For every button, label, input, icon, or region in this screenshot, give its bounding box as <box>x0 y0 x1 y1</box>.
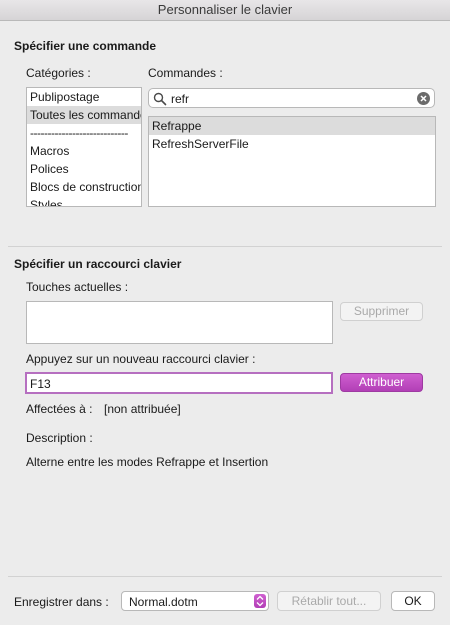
category-item[interactable]: Blocs de construction <box>27 178 141 196</box>
category-separator: ---------------------------- <box>30 126 128 140</box>
current-keys-label: Touches actuelles : <box>26 280 129 294</box>
command-section-title: Spécifier une commande <box>14 39 157 53</box>
magnifier-icon <box>153 92 167 106</box>
command-search-field[interactable]: refr <box>148 88 435 108</box>
assigned-to-value: [non attribuée] <box>104 402 181 416</box>
command-item-selected[interactable]: Refrappe <box>149 117 435 135</box>
window-title: Personnaliser le clavier <box>0 0 450 21</box>
commands-label: Commandes : <box>148 66 223 80</box>
remove-button[interactable]: Supprimer <box>340 302 423 321</box>
command-item[interactable]: RefreshServerFile <box>149 135 435 153</box>
category-item[interactable]: Macros <box>27 142 141 160</box>
category-item[interactable]: Publipostage <box>27 88 141 106</box>
current-keys-list[interactable] <box>26 301 333 344</box>
category-item[interactable]: Polices <box>27 160 141 178</box>
reset-all-button[interactable]: Rétablir tout... <box>277 591 381 611</box>
save-in-dropdown[interactable]: Normal.dotm <box>121 591 269 611</box>
assigned-to-label: Affectées à : <box>26 402 93 416</box>
ok-button[interactable]: OK <box>391 591 435 611</box>
new-shortcut-field[interactable]: F13 <box>25 372 333 394</box>
section-divider <box>8 246 442 247</box>
categories-list[interactable]: Publipostage Toutes les commandes ------… <box>26 87 142 207</box>
clear-icon[interactable] <box>417 92 430 105</box>
updown-chevron-icon <box>254 594 266 608</box>
assign-button[interactable]: Attribuer <box>340 373 423 392</box>
new-shortcut-value: F13 <box>30 377 51 391</box>
description-value: Alterne entre les modes Refrappe et Inse… <box>26 455 269 469</box>
save-in-label: Enregistrer dans : <box>14 595 109 609</box>
footer-divider <box>8 576 442 577</box>
category-item[interactable]: Styles <box>27 196 141 206</box>
category-item-selected[interactable]: Toutes les commandes <box>27 106 141 124</box>
commands-list[interactable]: Refrappe RefreshServerFile <box>148 116 436 207</box>
shortcut-section-title: Spécifier un raccourci clavier <box>14 257 182 271</box>
new-shortcut-label: Appuyez sur un nouveau raccourci clavier… <box>26 352 256 366</box>
description-label: Description : <box>26 431 93 445</box>
categories-label: Catégories : <box>26 66 91 80</box>
search-input[interactable]: refr <box>171 92 189 106</box>
save-in-value: Normal.dotm <box>129 595 198 609</box>
